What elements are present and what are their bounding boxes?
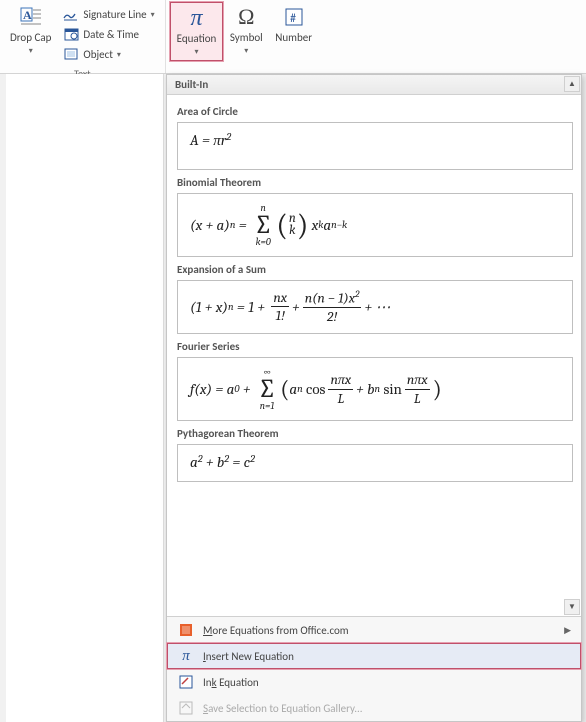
save-label: Save Selection to Equation Gallery... [203, 702, 363, 715]
equation-title: Area of Circle [177, 105, 573, 118]
chevron-down-icon: ▾ [117, 50, 121, 60]
equation-item-binomial[interactable]: (x + a)n = n∑k=0 (nk) xkan−k [177, 193, 573, 257]
dropdown-header: Built-In ▲ [167, 75, 581, 95]
equation-title: Pythagorean Theorem [177, 427, 573, 440]
ribbon: A Drop Cap ▾ Signature Line ▾ Date & Time… [0, 0, 586, 74]
insert-new-equation-item[interactable]: π Insert New Equation [167, 643, 581, 669]
insert-new-label: Insert New Equation [203, 650, 294, 663]
pi-icon: π [190, 5, 202, 31]
drop-cap-button[interactable]: A Drop Cap ▾ [4, 2, 57, 66]
number-label: Number [275, 32, 312, 44]
omega-icon: Ω [238, 4, 254, 30]
pi-icon: π [177, 648, 195, 664]
ink-equation-item[interactable]: Ink Equation [167, 669, 581, 695]
document-page[interactable] [6, 74, 164, 722]
ink-label: Ink Equation [203, 676, 259, 689]
chevron-down-icon: ▾ [29, 46, 33, 56]
equation-dropdown: Built-In ▲ Area of Circle A = πr2 Binomi… [166, 74, 582, 722]
save-selection-item: Save Selection to Equation Gallery... [167, 695, 581, 721]
office-icon [177, 622, 195, 638]
chevron-right-icon: ▶ [564, 625, 571, 636]
drop-cap-icon: A [20, 4, 42, 30]
equation-title: Expansion of a Sum [177, 263, 573, 276]
equation-item-fourier[interactable]: f(x) = a0 + ∞∑n=1 (an cos nπxL + bn sin … [177, 357, 573, 421]
dropdown-footer: More Equations from Office.com ▶ π Inser… [167, 616, 581, 721]
ribbon-group-text: A Drop Cap ▾ Signature Line ▾ Date & Time… [0, 0, 166, 73]
chevron-down-icon: ▾ [194, 47, 198, 57]
chevron-down-icon: ▾ [151, 10, 155, 20]
ribbon-group-symbols: π Equation ▾ Ω Symbol ▾ # Number [166, 0, 322, 73]
object-icon [63, 46, 79, 62]
dropdown-header-label: Built-In [175, 78, 208, 91]
symbol-label: Symbol [230, 31, 263, 44]
scroll-up-button[interactable]: ▲ [564, 76, 580, 92]
object-button[interactable]: Object ▾ [59, 44, 158, 64]
number-button[interactable]: # Number [269, 2, 318, 61]
equation-title: Binomial Theorem [177, 176, 573, 189]
svg-text:A: A [23, 8, 32, 22]
equation-title: Fourier Series [177, 340, 573, 353]
signature-label: Signature Line [83, 8, 146, 21]
more-equations-label: More Equations from Office.com [203, 624, 349, 637]
save-gallery-icon [177, 700, 195, 716]
ink-icon [177, 674, 195, 690]
signature-icon [63, 6, 79, 22]
more-equations-item[interactable]: More Equations from Office.com ▶ [167, 617, 581, 643]
equation-item-expansion[interactable]: (1 + x)n = 1 + nx1!+ n(n − 1)x22!+ ⋯ [177, 280, 573, 334]
dropdown-body: Area of Circle A = πr2 Binomial Theorem … [167, 95, 581, 616]
number-icon: # [284, 4, 304, 30]
svg-text:#: # [290, 12, 296, 26]
equation-item-pythagorean[interactable]: a2 + b2 = c2 [177, 444, 573, 482]
equation-label: Equation [177, 32, 217, 45]
object-label: Object [83, 48, 113, 61]
scroll-down-button[interactable]: ▼ [564, 599, 580, 615]
calendar-icon [63, 26, 79, 42]
signature-line-button[interactable]: Signature Line ▾ [59, 4, 158, 24]
equation-button[interactable]: π Equation ▾ [170, 2, 224, 61]
date-time-button[interactable]: Date & Time [59, 24, 158, 44]
drop-cap-label: Drop Cap [10, 31, 51, 44]
date-time-label: Date & Time [83, 28, 139, 41]
symbol-button[interactable]: Ω Symbol ▾ [223, 2, 269, 61]
equation-item-area-circle[interactable]: A = πr2 [177, 122, 573, 170]
chevron-down-icon: ▾ [244, 46, 248, 56]
